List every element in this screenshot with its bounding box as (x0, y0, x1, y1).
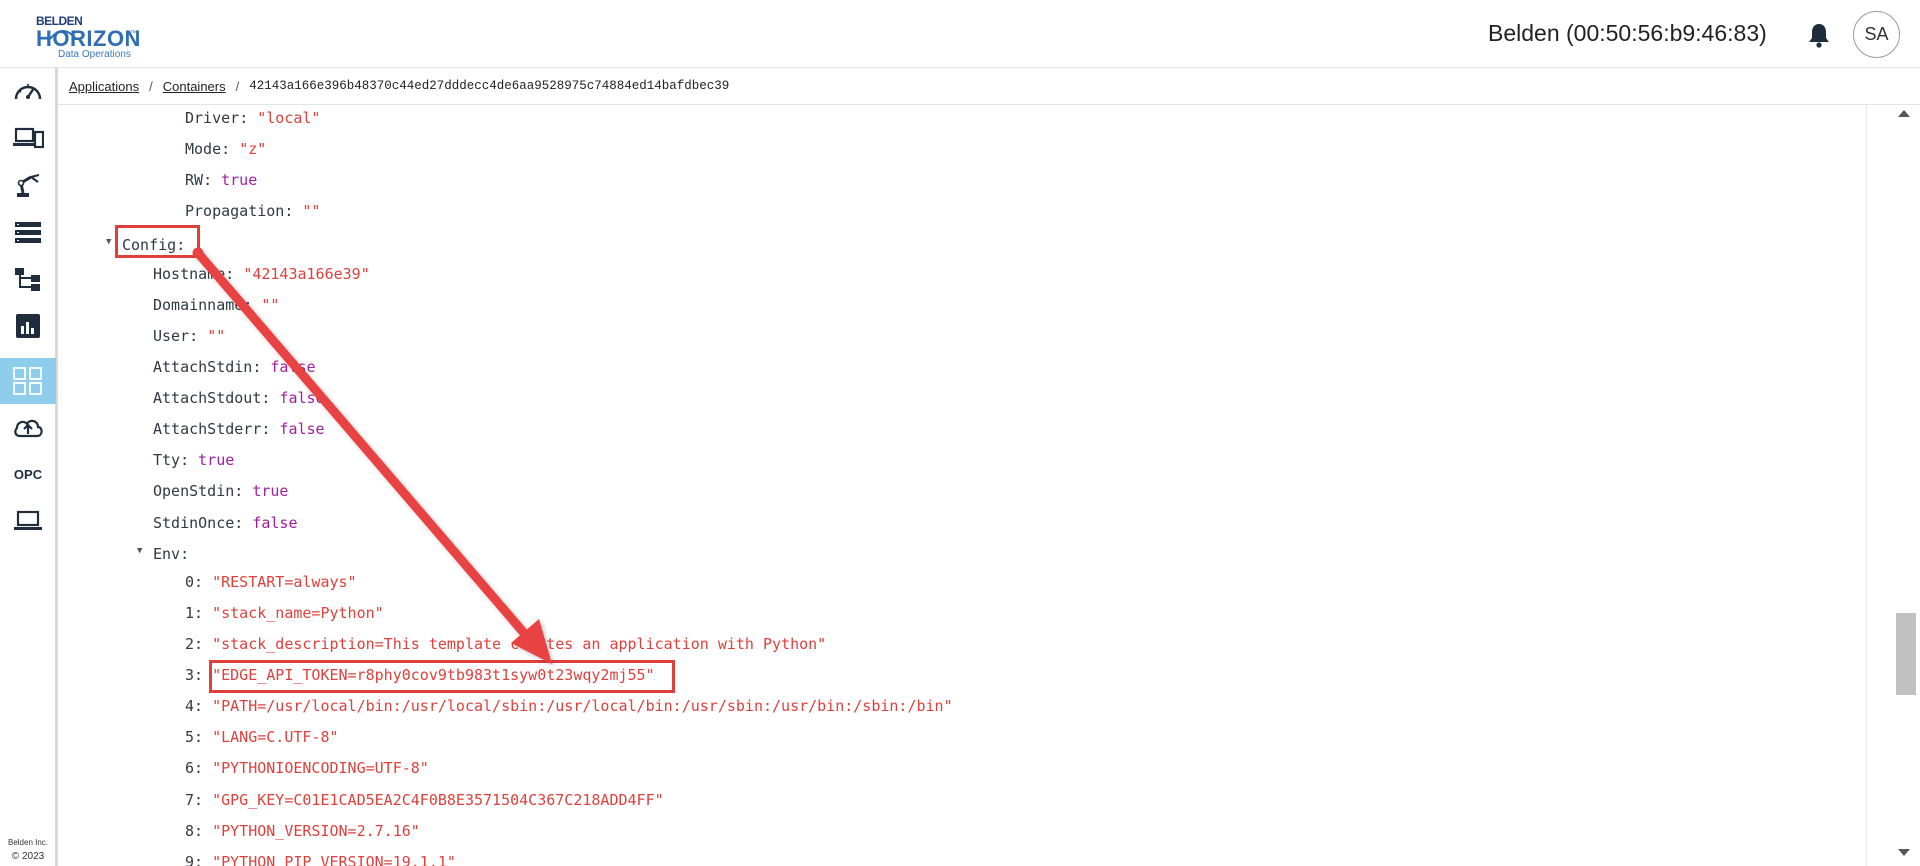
logo-trademark: ™ (130, 30, 137, 37)
sidebar-item-applications[interactable] (0, 358, 56, 404)
dashboard-gauge-icon (14, 84, 42, 100)
json-row: Driver: "local" (185, 109, 321, 127)
hierarchy-icon (15, 268, 40, 291)
scrollbar-thumb[interactable] (1896, 613, 1916, 695)
collapse-triangle-icon[interactable]: ▼ (106, 237, 111, 247)
sidebar-item-devices[interactable] (0, 115, 56, 161)
json-row: OpenStdin: true (153, 482, 289, 500)
env-item: 8: "PYTHON_VERSION=2.7.16" (185, 822, 420, 840)
opc-label: OPC (13, 466, 43, 482)
breadcrumb-container-id: 42143a166e396b48370c44ed27dddecc4de6aa95… (249, 79, 730, 93)
cloud-upload-icon (14, 419, 43, 438)
analytics-icon (16, 314, 40, 338)
json-row: Hostname: "42143a166e39" (153, 265, 370, 283)
vertical-scrollbar[interactable] (1866, 106, 1920, 866)
json-row: Mode: "z" (185, 140, 267, 158)
breadcrumb: Applications / Containers / 42143a166e39… (58, 68, 1920, 105)
devices-icon (13, 127, 44, 149)
json-row: AttachStdout: false (153, 389, 325, 407)
sidebar-item-hierarchy[interactable] (0, 256, 56, 302)
applications-grid-icon (13, 367, 42, 395)
sidebar-item-opc[interactable]: OPC (0, 451, 56, 497)
env-item: 4: "PATH=/usr/local/bin:/usr/local/sbin:… (185, 697, 953, 715)
env-item: 5: "LANG=C.UTF-8" (185, 728, 339, 746)
sidebar-item-analytics[interactable] (0, 303, 56, 349)
sidebar-item-robotics[interactable] (0, 162, 56, 208)
json-row: AttachStderr: false (153, 420, 325, 438)
logo-subtitle: Data Operations (58, 49, 131, 60)
breadcrumb-applications[interactable]: Applications (69, 79, 139, 94)
breadcrumb-separator: / (149, 78, 153, 94)
env-item: 2: "stack_description=This template crea… (185, 635, 827, 653)
sidebar-item-dashboard[interactable] (0, 68, 56, 114)
json-row: StdinOnce: false (153, 514, 298, 532)
json-key-env[interactable]: Env: (153, 544, 189, 564)
laptop-icon (14, 510, 42, 530)
env-item: 6: "PYTHONIOENCODING=UTF-8" (185, 759, 429, 777)
json-row: Propagation: "" (185, 202, 321, 220)
json-row: User: "" (153, 327, 226, 345)
env-item: 7: "GPG_KEY=C01E1CAD5EA2C4F0B8E3571504C3… (185, 791, 664, 809)
user-avatar[interactable]: SA (1853, 11, 1900, 58)
copyright-year: © 2023 (11, 851, 45, 862)
collapse-triangle-icon[interactable]: ▼ (137, 546, 142, 556)
breadcrumb-containers[interactable]: Containers (163, 79, 226, 94)
container-inspect-json-viewer[interactable]: Driver: "local" Mode: "z" RW: true Propa… (58, 106, 1866, 866)
scroll-down-arrow-icon[interactable] (1898, 849, 1910, 856)
sidebar: OPC Belden Inc. © 2023 (0, 68, 58, 866)
sidebar-item-list[interactable] (0, 209, 56, 255)
sidebar-item-laptop[interactable] (0, 498, 56, 544)
sidebar-item-cloud[interactable] (0, 404, 56, 450)
annotation-box-edge-api-token (209, 660, 675, 693)
env-item: 1: "stack_name=Python" (185, 604, 384, 622)
bell-icon[interactable] (1808, 22, 1830, 48)
env-item: 0: "RESTART=always" (185, 573, 357, 591)
top-header: BELDEN HORIZON ™ Data Operations Belden … (0, 0, 1920, 68)
belden-horizon-logo[interactable]: BELDEN HORIZON ™ Data Operations (34, 14, 144, 60)
scroll-up-arrow-icon[interactable] (1898, 110, 1910, 117)
env-item: 9: "PYTHON_PIP_VERSION=19.1.1" (185, 853, 456, 866)
annotation-box-config (115, 225, 200, 258)
robot-arm-icon (17, 174, 40, 197)
scrollbar-divider (1866, 106, 1867, 866)
json-row: Domainname: "" (153, 296, 280, 314)
list-icon (15, 222, 41, 243)
json-row: AttachStdin: false (153, 358, 316, 376)
copyright-company: Belden Inc. (7, 838, 49, 847)
json-row: Tty: true (153, 451, 235, 469)
copyright: Belden Inc. © 2023 (0, 836, 56, 864)
breadcrumb-separator: / (235, 78, 240, 94)
device-title: Belden (00:50:56:b9:46:83) (1488, 20, 1767, 46)
json-row: RW: true (185, 171, 258, 189)
